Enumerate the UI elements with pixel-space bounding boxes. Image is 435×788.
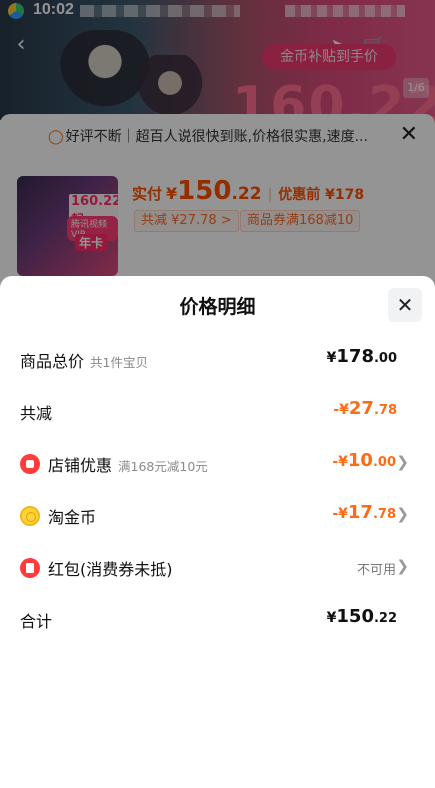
chevron-right-icon: ❯ (396, 453, 409, 471)
row-amount: -¥27.78 (333, 398, 397, 419)
row-label: 红包(消费券未抵) (48, 560, 173, 579)
close-button[interactable]: ✕ (388, 288, 422, 322)
row-sublabel: 共1件宝贝 (90, 355, 148, 370)
amount-prefix: -¥ (332, 454, 348, 470)
amount-currency: ¥ (326, 610, 337, 626)
row-amount: -¥10.00 (332, 450, 396, 471)
amount-integer: 10 (347, 450, 373, 471)
chevron-right-icon: ❯ (396, 557, 409, 575)
sheet-title: 价格明细 (179, 296, 256, 318)
chevron-right-icon: ❯ (396, 505, 409, 523)
row-label: 淘金币 (48, 508, 97, 527)
shop-icon (20, 454, 40, 474)
coin-icon (20, 506, 40, 526)
row-label: 共减 (20, 404, 53, 423)
row-label: 商品总价 共1件宝贝 (20, 348, 148, 372)
row-amount: ¥178.00 (327, 346, 397, 367)
amount-decimal: .78 (372, 507, 396, 522)
amount-prefix: -¥ (332, 506, 348, 522)
amount-integer: 150 (336, 606, 374, 627)
amount-integer: 178 (336, 346, 374, 367)
amount-decimal: .00 (372, 455, 396, 470)
amount-integer: 17 (347, 502, 373, 523)
row-shop-discount[interactable]: 店铺优惠 满168元减10元 -¥10.00 ❯ (0, 444, 435, 484)
row-label-text: 商品总价 (20, 352, 85, 371)
price-detail-sheet: 价格明细 ✕ 商品总价 共1件宝贝 ¥178.00 共减 -¥27.78 店铺优惠… (0, 276, 435, 788)
amount-decimal: .22 (373, 611, 397, 626)
red-packet-icon (20, 558, 40, 578)
amount-decimal: .78 (373, 403, 397, 418)
row-taojinbi[interactable]: 淘金币 -¥17.78 ❯ (0, 496, 435, 536)
amount-integer: 27 (348, 398, 374, 419)
row-label-text: 店铺优惠 (48, 456, 113, 475)
amount-currency: ¥ (326, 350, 337, 366)
row-grand-total: 合计 ¥150.22 (0, 600, 435, 640)
row-total-discount: 共减 -¥27.78 (0, 392, 435, 432)
row-amount: -¥17.78 (332, 502, 396, 523)
row-label: 合计 (20, 612, 53, 631)
row-total-price: 商品总价 共1件宝贝 ¥178.00 (0, 340, 435, 380)
amount-prefix: -¥ (333, 402, 349, 418)
amount-decimal: .00 (373, 351, 397, 366)
close-icon: ✕ (396, 293, 414, 317)
row-status: 不可用 (356, 563, 396, 578)
row-label: 店铺优惠 满168元减10元 (48, 452, 208, 476)
row-amount: ¥150.22 (327, 606, 397, 627)
row-red-packet[interactable]: 红包(消费券未抵) 不可用 ❯ (0, 548, 435, 588)
dim-overlay[interactable] (0, 0, 435, 290)
row-sublabel: 满168元减10元 (118, 459, 208, 474)
